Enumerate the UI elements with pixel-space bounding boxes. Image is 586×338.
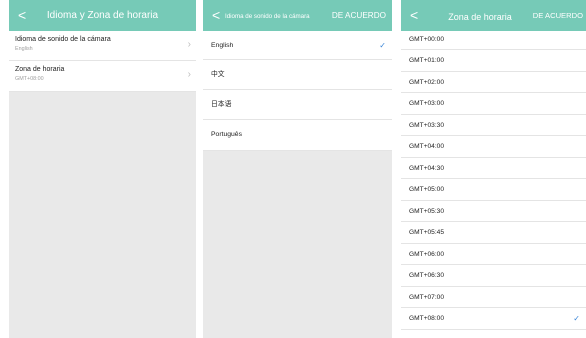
page-title: Zona de horaria bbox=[448, 12, 512, 22]
language-option[interactable]: English ✓ bbox=[203, 31, 392, 60]
language-option[interactable]: Português bbox=[203, 120, 392, 151]
timezone-row[interactable]: Zona de horaria GMT+08:00 › bbox=[9, 61, 196, 92]
timezone-option-label: GMT+05:45 bbox=[409, 229, 445, 236]
chevron-right-icon: › bbox=[187, 39, 191, 50]
page-title: Idioma y Zona de horaria bbox=[46, 10, 159, 21]
timezone-option-label: GMT+06:00 bbox=[409, 250, 445, 258]
timezone-option-label: GMT+05:30 bbox=[409, 207, 445, 215]
language-option-label: 日本语 bbox=[211, 101, 232, 108]
header-bar: < Idioma de sonido de la cámara DE ACUER… bbox=[203, 0, 392, 31]
timezone-option[interactable]: GMT+07:00 bbox=[401, 287, 586, 308]
timezone-option[interactable]: GMT+04:30 bbox=[401, 158, 586, 179]
language-option[interactable]: 日本语 bbox=[203, 90, 392, 120]
ok-button[interactable]: DE ACUERDO bbox=[533, 10, 583, 22]
timezone-option[interactable]: GMT+02:00 bbox=[401, 72, 586, 93]
language-option[interactable]: 中文 bbox=[203, 60, 392, 90]
timezone-option-label: GMT+06:30 bbox=[409, 272, 445, 279]
camera-sound-language-row[interactable]: Idioma de sonido de la cámara English › bbox=[9, 31, 196, 61]
timezone-option[interactable]: GMT+03:00 bbox=[401, 93, 586, 115]
timezone-option[interactable]: GMT+04:00 bbox=[401, 136, 586, 158]
row-title: Idioma de sonido de la cámara bbox=[15, 36, 111, 43]
checkmark-icon: ✓ bbox=[379, 41, 386, 50]
back-chevron-icon[interactable]: < bbox=[410, 6, 422, 24]
timezone-option[interactable]: GMT+08:00 ✓ bbox=[401, 308, 586, 330]
checkmark-icon: ✓ bbox=[573, 314, 580, 323]
timezone-option-label: GMT+07:00 bbox=[409, 293, 445, 301]
timezone-screen: < Zona de horaria DE ACUERDO GMT+00:00 GM… bbox=[401, 0, 586, 338]
back-chevron-icon[interactable]: < bbox=[212, 6, 224, 24]
page-title: Idioma de sonido de la cámara bbox=[225, 13, 310, 20]
header-bar: < Zona de horaria DE ACUERDO bbox=[401, 0, 586, 31]
timezone-option-label: GMT+01:00 bbox=[409, 57, 445, 64]
language-option-label: Português bbox=[211, 131, 242, 138]
timezone-option[interactable]: GMT+00:00 bbox=[401, 31, 586, 50]
timezone-option-label: GMT+08:00 bbox=[409, 315, 445, 322]
language-list: English ✓ 中文日本语 Português bbox=[203, 31, 392, 151]
timezone-option-label: GMT+00:00 bbox=[409, 36, 445, 43]
timezone-list: GMT+00:00 GMT+01:00 GMT+02:00 GMT+03:00 GMT+… bbox=[401, 31, 586, 330]
timezone-option[interactable]: GMT+05:45 bbox=[401, 222, 586, 244]
language-option-label: 中文 bbox=[211, 71, 225, 78]
timezone-option[interactable]: GMT+06:00 bbox=[401, 244, 586, 265]
timezone-option[interactable]: GMT+05:30 bbox=[401, 201, 586, 222]
language-option-label: English bbox=[211, 42, 234, 49]
row-title: Zona de horaria bbox=[15, 66, 65, 73]
header-bar: < Idioma y Zona de horaria bbox=[9, 0, 196, 31]
timezone-option-label: GMT+04:00 bbox=[409, 143, 445, 150]
timezone-option-label: GMT+03:00 bbox=[409, 100, 445, 107]
camera-language-screen: < Idioma de sonido de la cámara DE ACUER… bbox=[203, 0, 392, 338]
timezone-option[interactable]: GMT+06:30 bbox=[401, 265, 586, 287]
timezone-option-label: GMT+03:30 bbox=[409, 121, 445, 129]
timezone-option[interactable]: GMT+01:00 bbox=[401, 50, 586, 72]
timezone-option[interactable]: GMT+03:30 bbox=[401, 115, 586, 136]
timezone-option-label: GMT+05:00 bbox=[409, 186, 445, 193]
chevron-right-icon: › bbox=[187, 69, 191, 80]
timezone-option[interactable]: GMT+05:00 bbox=[401, 179, 586, 201]
ok-button[interactable]: DE ACUERDO bbox=[332, 10, 386, 22]
timezone-option-label: GMT+02:00 bbox=[409, 78, 445, 86]
timezone-option-label: GMT+04:30 bbox=[409, 164, 445, 172]
row-subtitle: GMT+08:00 bbox=[15, 76, 44, 82]
language-timezone-screen: < Idioma y Zona de horaria Idioma de son… bbox=[9, 0, 196, 338]
settings-list: Idioma de sonido de la cámara English › … bbox=[9, 31, 196, 92]
row-subtitle: English bbox=[15, 46, 33, 52]
